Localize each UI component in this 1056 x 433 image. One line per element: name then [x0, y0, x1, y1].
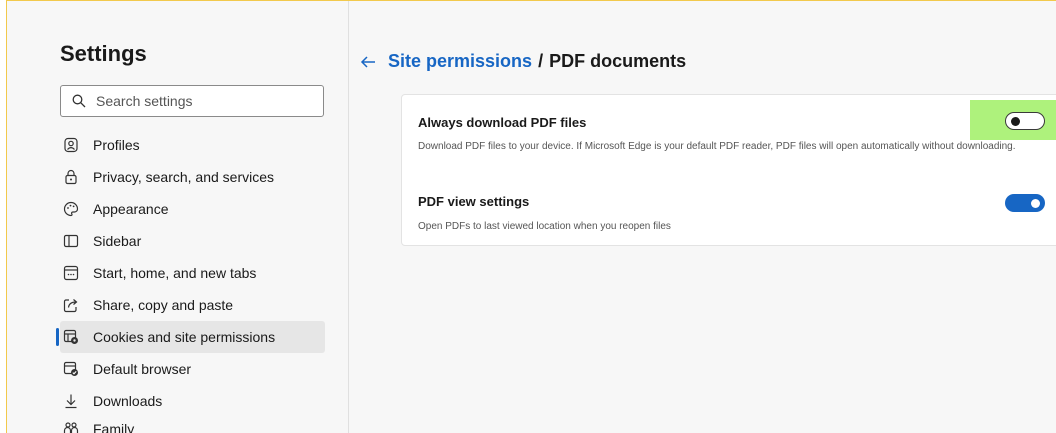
sidebar-item-label: Appearance	[93, 201, 169, 217]
setting-pdf-view: PDF view settings Open PDFs to last view…	[418, 194, 1056, 234]
sidebar-item-family[interactable]: Family	[60, 417, 325, 433]
palette-icon	[63, 201, 79, 217]
sidebar-item-share[interactable]: Share, copy and paste	[60, 289, 325, 321]
sidebar-item-label: Sidebar	[93, 233, 142, 249]
sidebar-item-profiles[interactable]: Profiles	[60, 129, 325, 161]
sidebar-item-appearance[interactable]: Appearance	[60, 193, 325, 225]
home-tabs-icon	[63, 265, 79, 281]
sidebar-item-start-home[interactable]: Start, home, and new tabs	[60, 257, 325, 289]
pdf-view-settings-toggle[interactable]	[1005, 194, 1045, 212]
family-icon	[63, 421, 79, 433]
sidebar-item-default-browser[interactable]: Default browser	[60, 353, 325, 385]
sidebar-item-label: Share, copy and paste	[93, 297, 234, 313]
back-arrow-icon[interactable]	[360, 54, 376, 70]
settings-window: Settings Profiles	[6, 0, 1056, 433]
setting-description: Download PDF files to your device. If Mi…	[418, 141, 1016, 152]
search-box[interactable]	[60, 85, 324, 117]
sidebar-item-label: Privacy, search, and services	[93, 169, 275, 185]
sidebar-item-privacy[interactable]: Privacy, search, and services	[60, 161, 325, 193]
sidebar-nav: Profiles Privacy, search, and services A…	[56, 129, 325, 433]
pdf-settings-card: Always download PDF files Download PDF f…	[401, 94, 1056, 246]
page-title: PDF documents	[549, 51, 687, 71]
default-browser-icon	[63, 361, 79, 377]
toggle-knob	[1011, 117, 1020, 126]
main-content: Site permissions / PDF documents Always …	[349, 1, 1056, 433]
breadcrumb: Site permissions / PDF documents	[360, 51, 686, 72]
setting-description: Open PDFs to last viewed location when y…	[418, 221, 671, 232]
sidebar-item-label: Start, home, and new tabs	[93, 265, 257, 281]
cookies-permissions-icon	[63, 329, 79, 345]
toggle-knob	[1031, 198, 1040, 208]
settings-sidebar: Settings Profiles	[7, 1, 349, 433]
lock-icon	[63, 169, 79, 185]
sidebar-icon	[63, 233, 79, 249]
breadcrumb-site-permissions-link[interactable]: Site permissions	[388, 51, 532, 72]
sidebar-item-sidebar[interactable]: Sidebar	[60, 225, 325, 257]
download-icon	[63, 393, 79, 409]
sidebar-title: Settings	[60, 41, 147, 66]
sidebar-item-label: Family	[93, 421, 135, 433]
search-input[interactable]	[96, 93, 296, 109]
setting-title: PDF view settings	[418, 194, 530, 209]
search-icon	[72, 94, 86, 108]
sidebar-item-label: Downloads	[93, 393, 163, 409]
sidebar-item-label: Cookies and site permissions	[93, 329, 276, 345]
setting-always-download-pdf: Always download PDF files Download PDF f…	[418, 115, 1056, 154]
sidebar-item-cookies[interactable]: Cookies and site permissions	[56, 321, 325, 353]
sidebar-item-downloads[interactable]: Downloads	[60, 385, 325, 417]
sidebar-item-label: Profiles	[93, 137, 140, 153]
always-download-pdf-toggle[interactable]	[1005, 112, 1045, 130]
share-icon	[63, 297, 79, 313]
breadcrumb-separator: /	[538, 51, 544, 71]
profile-icon	[63, 137, 79, 153]
setting-title: Always download PDF files	[418, 115, 587, 130]
sidebar-item-label: Default browser	[93, 361, 192, 377]
